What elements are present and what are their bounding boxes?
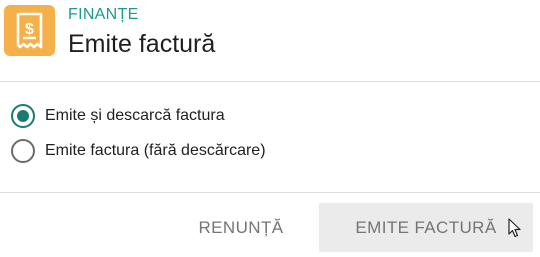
issue-invoice-button[interactable]: EMITE FACTURĂ (319, 203, 533, 252)
radio-unselected-icon[interactable] (10, 138, 36, 164)
footer-divider (0, 192, 540, 193)
dialog-header: $ FINANȚE Emite factură (0, 0, 540, 82)
option-label: Emite factura (fără descărcare) (45, 142, 266, 159)
radio-selected-icon[interactable] (10, 103, 36, 129)
cancel-button[interactable]: RENUNȚĂ (182, 203, 300, 252)
svg-text:$: $ (25, 21, 34, 38)
option-issue-and-download[interactable]: Emite și descarcă factura (10, 103, 225, 129)
option-issue-without-download[interactable]: Emite factura (fără descărcare) (10, 138, 266, 164)
option-label: Emite și descarcă factura (45, 107, 225, 124)
section-category: FINANȚE (68, 6, 139, 23)
dialog-title: Emite factură (68, 30, 216, 58)
mouse-pointer-icon (508, 218, 521, 238)
header-divider (0, 81, 540, 82)
receipt-dollar-icon: $ (4, 5, 55, 56)
